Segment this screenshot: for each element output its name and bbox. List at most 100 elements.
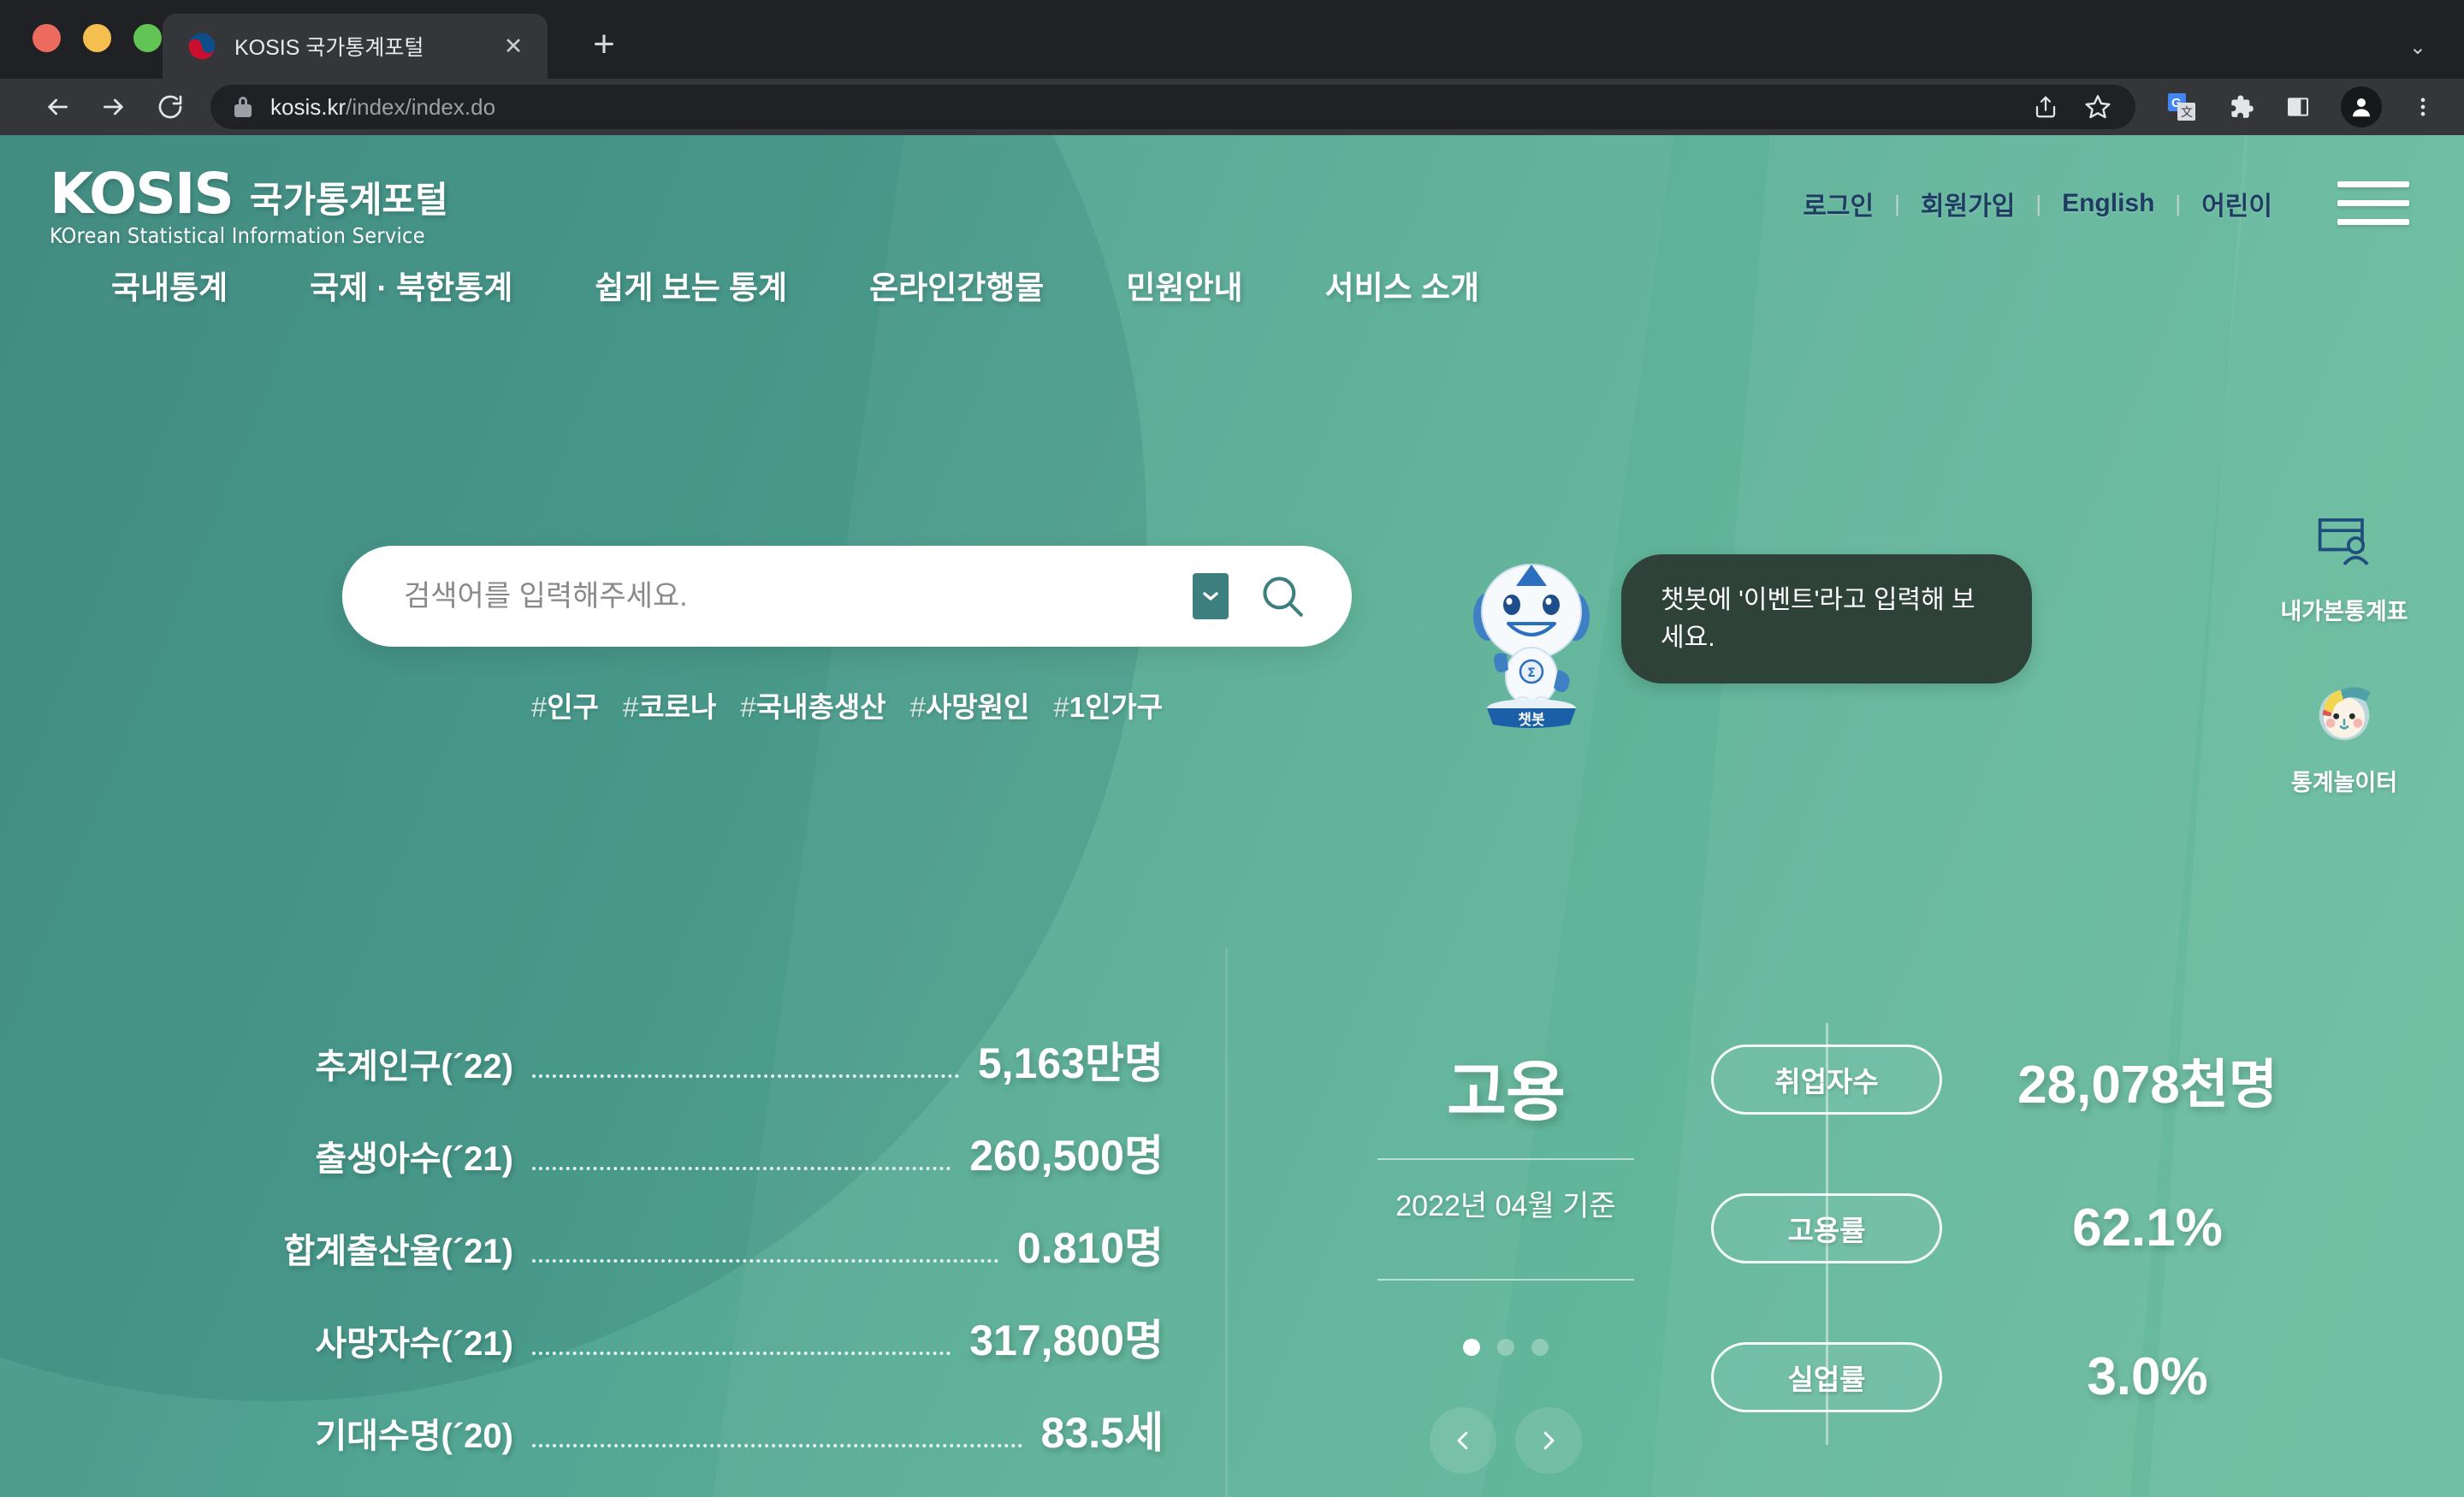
three-dot-menu-icon[interactable]	[2411, 95, 2435, 119]
metric-value-employed-count: 28,078천명	[2017, 1055, 2277, 1115]
carousel-dot-2[interactable]	[1497, 1339, 1514, 1356]
employment-panel: 고용 2022년 04월 기준 취업자수 28,078천명 고용률 62.1% …	[1377, 1023, 2353, 1474]
utility-link-english[interactable]: English	[2041, 189, 2175, 218]
search-bar[interactable]	[342, 546, 1352, 647]
indicator-value: 0.810명	[1016, 1224, 1164, 1272]
indicator-leader-dots	[532, 1259, 998, 1263]
indicator-label: 출생아수(´21)	[315, 1140, 513, 1178]
maximize-window-button[interactable]	[133, 24, 162, 52]
svg-text:文: 文	[2181, 105, 2193, 119]
logo-wordmark: KOSIS	[50, 161, 234, 227]
my-stats-table-icon	[2313, 518, 2376, 578]
tab-title: KOSIS 국가통계포털	[234, 36, 424, 60]
utility-link-login[interactable]: 로그인	[1782, 185, 1894, 222]
reload-button[interactable]	[142, 79, 198, 135]
forward-button[interactable]	[86, 79, 142, 135]
chatbot-tooltip-bubble: 챗봇에 '이벤트'라고 입력해 보세요.	[1621, 554, 2032, 683]
metric-label-employed-count[interactable]: 취업자수	[1711, 1044, 1942, 1115]
indicator-row: 합계출산율(´21) 0.810명	[257, 1214, 1164, 1306]
nav-item-easy-stats[interactable]: 쉽게 보는 통계	[554, 262, 828, 308]
tab-search-chevron-down-icon[interactable]: ⌄	[2409, 35, 2426, 60]
nav-item-civil-service[interactable]: 민원안내	[1085, 262, 1283, 308]
popular-keyword-tags: #인구 #코로나 #국내총생산 #사망원인 #1인가구	[519, 684, 1175, 725]
carousel-prev-button[interactable]	[1430, 1407, 1496, 1474]
quick-item-my-stats-table[interactable]: 내가본통계표	[2259, 512, 2430, 626]
utility-nav: 로그인 | 회원가입 | English | 어린이	[1782, 185, 2293, 222]
logo-korean-name: 국가통계포털	[249, 179, 448, 220]
employment-metric-row: 취업자수 28,078천명	[1711, 1042, 2353, 1116]
search-icon[interactable]	[1258, 571, 1307, 621]
carousel-next-button[interactable]	[1515, 1407, 1582, 1474]
site-logo[interactable]: KOSIS 국가통계포털 KOrean Statistical Informat…	[50, 161, 448, 248]
employment-metric-row: 실업률 3.0%	[1711, 1340, 2353, 1414]
divider	[1377, 1279, 1634, 1281]
utility-link-children[interactable]: 어린이	[2181, 185, 2293, 222]
indicator-row: 사망자수(´21) 317,800명	[257, 1306, 1164, 1399]
window-traffic-lights	[33, 24, 162, 52]
nav-item-service-intro[interactable]: 서비스 소개	[1284, 262, 1520, 308]
chatbot-character-icon[interactable]: Σ 챗봇	[1467, 541, 1596, 730]
employment-metrics: 취업자수 28,078천명 고용률 62.1% 실업률 3.0%	[1634, 1023, 2353, 1474]
close-tab-button[interactable]: ✕	[496, 34, 530, 58]
tag-population[interactable]: #인구	[519, 684, 611, 725]
indicator-value: 83.5세	[1040, 1409, 1164, 1457]
indicator-row: 기대수명(´20) 83.5세	[257, 1399, 1164, 1491]
search-category-dropdown[interactable]	[1193, 573, 1229, 619]
taegeuk-favicon-icon	[187, 31, 217, 62]
indicator-row: 추계인구(´22) 5,163만명	[257, 1029, 1164, 1121]
carousel-dot-3[interactable]	[1531, 1339, 1549, 1356]
google-translate-icon[interactable]: G 文	[2166, 92, 2197, 122]
chatbot-widget[interactable]: Σ 챗봇 챗봇에 '이벤트'라고 입력해 보세요.	[1467, 541, 2032, 730]
nav-item-domestic-stats[interactable]: 국내통계	[70, 262, 269, 308]
browser-tab[interactable]: KOSIS 국가통계포털 ✕	[163, 14, 548, 79]
metric-label-unemployment-rate[interactable]: 실업률	[1711, 1341, 1942, 1412]
quick-menu: 내가본통계표 통계놀이터	[2259, 512, 2430, 849]
url-text: kosis.kr/index/index.do	[270, 94, 495, 121]
indicator-label: 추계인구(´22)	[315, 1048, 513, 1086]
side-panel-icon[interactable]	[2284, 93, 2312, 121]
kosis-homepage: KOSIS 국가통계포털 KOrean Statistical Informat…	[0, 135, 2464, 1497]
indicator-label: 사망자수(´21)	[315, 1325, 513, 1363]
lock-icon	[234, 97, 252, 117]
employment-date-note: 2022년 04월 기준	[1395, 1190, 1616, 1222]
metric-label-employment-rate[interactable]: 고용률	[1711, 1192, 1942, 1263]
nav-item-international-nk-stats[interactable]: 국제 · 북한통계	[269, 262, 554, 308]
back-button[interactable]	[29, 79, 86, 135]
svg-text:챗봇: 챗봇	[1518, 712, 1545, 728]
hamburger-menu-icon[interactable]	[2337, 181, 2409, 225]
tag-gdp[interactable]: #국내총생산	[728, 684, 897, 725]
search-section: #인구 #코로나 #국내총생산 #사망원인 #1인가구	[0, 546, 1694, 725]
indicator-leader-dots	[532, 1074, 959, 1078]
indicator-value: 260,500명	[969, 1132, 1164, 1180]
utility-link-signup[interactable]: 회원가입	[1900, 185, 2035, 222]
metric-value-unemployment-rate: 3.0%	[2087, 1347, 2208, 1406]
global-nav: 국내통계 국제 · 북한통계 쉽게 보는 통계 온라인간행물 민원안내 서비스 …	[70, 262, 1520, 308]
browser-window: KOSIS 국가통계포털 ✕ + ⌄ kosis.kr/index/index.…	[0, 0, 2464, 1497]
minimize-window-button[interactable]	[83, 24, 111, 52]
close-window-button[interactable]	[33, 24, 61, 52]
new-tab-button[interactable]: +	[582, 26, 626, 63]
tag-cause-of-death[interactable]: #사망원인	[898, 684, 1042, 725]
carousel-indicator	[1377, 1339, 1634, 1356]
section-divider	[1225, 948, 1228, 1497]
url-path: /index/index.do	[346, 93, 496, 120]
indicator-value: 5,163만명	[977, 1039, 1164, 1087]
indicator-label: 합계출산율(´21)	[283, 1233, 513, 1270]
tag-single-person-household[interactable]: #1인가구	[1041, 684, 1175, 725]
carousel-dot-1[interactable]	[1463, 1339, 1480, 1356]
indicator-leader-dots	[532, 1444, 1022, 1447]
indicator-leader-dots	[532, 1167, 951, 1170]
bookmark-star-icon[interactable]	[2084, 93, 2112, 121]
quick-item-stat-playground[interactable]: 통계놀이터	[2259, 677, 2430, 797]
site-header: KOSIS 국가통계포털 KOrean Statistical Informat…	[0, 135, 2464, 305]
address-bar[interactable]: kosis.kr/index/index.do	[210, 85, 2135, 129]
nav-item-online-publications[interactable]: 온라인간행물	[828, 262, 1085, 308]
svg-text:Σ: Σ	[1527, 666, 1536, 680]
search-input[interactable]	[404, 579, 1193, 613]
extensions-puzzle-icon[interactable]	[2226, 92, 2255, 121]
profile-avatar-icon[interactable]	[2341, 86, 2382, 127]
employment-summary: 고용 2022년 04월 기준	[1377, 1042, 1634, 1474]
tag-corona[interactable]: #코로나	[611, 684, 728, 725]
share-icon[interactable]	[2033, 94, 2058, 120]
key-indicators-panel: 추계인구(´22) 5,163만명 출생아수(´21) 260,500명 합계출…	[257, 1029, 1164, 1497]
